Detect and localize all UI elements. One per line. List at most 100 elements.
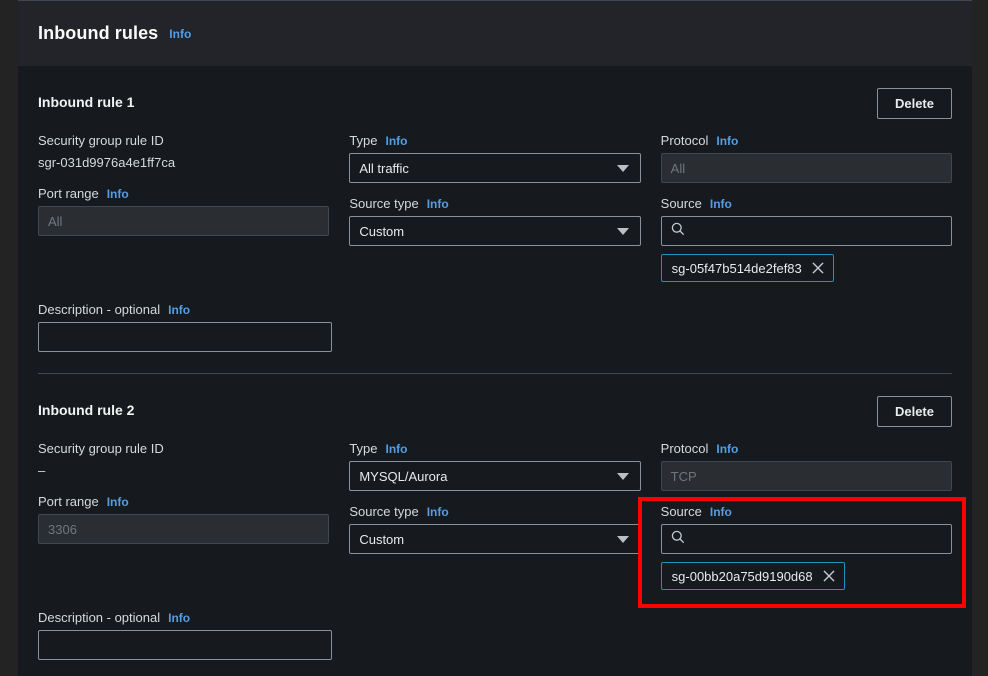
search-icon bbox=[671, 530, 685, 549]
placeholder-text: 3306 bbox=[48, 521, 77, 537]
rule-1-source-search-input[interactable] bbox=[660, 216, 952, 246]
rule-1-header: Inbound rule 1 Delete bbox=[38, 88, 952, 122]
selected-value: Custom bbox=[359, 223, 405, 239]
protocol-info-link[interactable]: Info bbox=[716, 442, 738, 456]
rule-2-source-search-input[interactable] bbox=[660, 524, 952, 554]
description-info-link[interactable]: Info bbox=[168, 611, 190, 625]
chevron-down-icon bbox=[616, 227, 629, 235]
rule-2-columns: Security group rule ID – Port range Info… bbox=[38, 441, 952, 590]
label-text: Port range bbox=[38, 494, 99, 509]
rule-1-type-select[interactable]: All traffic bbox=[349, 153, 641, 183]
chevron-down-icon bbox=[616, 472, 629, 480]
rule-2-protocol-input[interactable]: TCP bbox=[660, 461, 952, 491]
label-text: Source bbox=[660, 196, 702, 211]
rule-1-columns: Security group rule ID sgr-031d9976a4e1f… bbox=[38, 133, 952, 282]
rule-1-column-left: Security group rule ID sgr-031d9976a4e1f… bbox=[38, 133, 330, 282]
page-root: Inbound rules Info Inbound rule 1 Delete… bbox=[0, 0, 988, 676]
rule-2-rule-id-field: Security group rule ID – bbox=[38, 441, 329, 481]
panel-header: Inbound rules Info bbox=[18, 0, 972, 66]
rule-2-column-middle: Type Info MYSQL/Aurora Source type Info … bbox=[349, 441, 641, 590]
rule-1-type-field: Type Info All traffic bbox=[349, 133, 641, 183]
rule-1-source-token[interactable]: sg-05f47b514de2fef83 bbox=[660, 254, 834, 282]
rule-2-header: Inbound rule 2 Delete bbox=[38, 396, 952, 430]
inbound-rule-1: Inbound rule 1 Delete Security group rul… bbox=[38, 66, 952, 374]
rule-2-column-left: Security group rule ID – Port range Info… bbox=[38, 441, 330, 590]
label-text: Type bbox=[349, 441, 378, 456]
rule-2-column-right: Protocol Info TCP Source Info sg-00bb20a… bbox=[660, 441, 952, 590]
rule-2-source-field: Source Info sg-00bb20a75d9190d68 bbox=[660, 504, 952, 590]
rule-2-source-token[interactable]: sg-00bb20a75d9190d68 bbox=[660, 562, 845, 590]
rule-2-source-token-row: sg-00bb20a75d9190d68 bbox=[660, 562, 952, 590]
rule-1-protocol-input[interactable]: All bbox=[660, 153, 952, 183]
rule-1-description-input[interactable] bbox=[38, 322, 332, 352]
rule-1-port-range-label: Port range Info bbox=[38, 186, 329, 201]
rule-1-rule-id-field: Security group rule ID sgr-031d9976a4e1f… bbox=[38, 133, 329, 173]
rule-1-title: Inbound rule 1 bbox=[38, 94, 135, 110]
rule-1-rule-id-label: Security group rule ID bbox=[38, 133, 329, 148]
rule-2-type-select[interactable]: MYSQL/Aurora bbox=[349, 461, 641, 491]
port-range-info-link[interactable]: Info bbox=[107, 187, 129, 201]
rule-2-rule-id-label: Security group rule ID bbox=[38, 441, 329, 456]
label-text: Source bbox=[660, 504, 702, 519]
label-text: Description - optional bbox=[38, 302, 161, 317]
header-info-link[interactable]: Info bbox=[169, 27, 191, 41]
rule-1-protocol-label: Protocol Info bbox=[661, 133, 952, 148]
rule-1-column-middle: Type Info All traffic Source type Info C… bbox=[349, 133, 641, 282]
type-info-link[interactable]: Info bbox=[386, 442, 408, 456]
protocol-info-link[interactable]: Info bbox=[716, 134, 738, 148]
rule-2-port-range-field: Port range Info 3306 bbox=[38, 494, 330, 544]
search-icon bbox=[671, 222, 685, 241]
placeholder-text: TCP bbox=[670, 468, 697, 484]
type-info-link[interactable]: Info bbox=[386, 134, 408, 148]
page-title: Inbound rules bbox=[38, 23, 159, 43]
rule-2-rule-id-value: – bbox=[38, 463, 46, 478]
source-type-info-link[interactable]: Info bbox=[427, 197, 449, 211]
rule-2-title: Inbound rule 2 bbox=[38, 402, 135, 418]
rule-1-source-type-select[interactable]: Custom bbox=[349, 216, 641, 246]
rule-2-source-type-select[interactable]: Custom bbox=[349, 524, 641, 554]
token-label: sg-05f47b514de2fef83 bbox=[671, 260, 802, 276]
rule-2-type-label: Type Info bbox=[349, 441, 640, 456]
rule-2-protocol-label: Protocol Info bbox=[661, 441, 952, 456]
source-info-link[interactable]: Info bbox=[710, 505, 732, 519]
inbound-rules-panel: Inbound rules Info Inbound rule 1 Delete… bbox=[18, 0, 972, 676]
rule-1-description-field: Description - optional Info bbox=[38, 302, 952, 352]
port-range-info-link[interactable]: Info bbox=[107, 495, 129, 509]
panel-body: Inbound rule 1 Delete Security group rul… bbox=[18, 66, 972, 660]
rule-1-port-range-field: Port range Info All bbox=[38, 186, 330, 236]
token-label: sg-00bb20a75d9190d68 bbox=[671, 568, 813, 584]
rule-1-source-label: Source Info bbox=[661, 196, 952, 211]
placeholder-text: All bbox=[48, 213, 63, 229]
label-text: Port range bbox=[38, 186, 99, 201]
selected-value: MYSQL/Aurora bbox=[359, 468, 448, 484]
label-text: Protocol bbox=[660, 133, 709, 148]
rule-2-source-label: Source Info bbox=[661, 504, 952, 519]
rule-1-rule-id-value: sgr-031d9976a4e1ff7ca bbox=[38, 155, 176, 170]
rule-2-port-range-label: Port range Info bbox=[38, 494, 329, 509]
delete-rule-2-button[interactable]: Delete bbox=[876, 396, 952, 427]
close-icon[interactable] bbox=[811, 261, 825, 275]
source-info-link[interactable]: Info bbox=[710, 197, 732, 211]
label-text: Security group rule ID bbox=[38, 441, 164, 456]
label-text: Source type bbox=[349, 504, 419, 519]
close-icon[interactable] bbox=[822, 569, 836, 583]
source-type-info-link[interactable]: Info bbox=[427, 505, 449, 519]
delete-rule-1-button[interactable]: Delete bbox=[876, 88, 952, 119]
chevron-down-icon bbox=[616, 535, 629, 543]
rule-1-port-range-input[interactable]: All bbox=[38, 206, 330, 236]
placeholder-text: All bbox=[670, 160, 686, 176]
description-info-link[interactable]: Info bbox=[168, 303, 190, 317]
inbound-rule-2: Inbound rule 2 Delete Security group rul… bbox=[38, 374, 952, 660]
rule-2-description-input[interactable] bbox=[38, 630, 332, 660]
rule-2-type-field: Type Info MYSQL/Aurora bbox=[349, 441, 641, 491]
selected-value: All traffic bbox=[359, 160, 409, 176]
rule-1-protocol-field: Protocol Info All bbox=[660, 133, 952, 183]
rule-2-source-type-field: Source type Info Custom bbox=[349, 504, 641, 554]
label-text: Source type bbox=[349, 196, 419, 211]
rule-1-column-right: Protocol Info All Source Info sg-05f47b5… bbox=[660, 133, 952, 282]
rule-1-source-field: Source Info sg-05f47b514de2fef83 bbox=[660, 196, 952, 282]
rule-2-port-range-input[interactable]: 3306 bbox=[38, 514, 330, 544]
label-text: Type bbox=[349, 133, 378, 148]
rule-2-description-label: Description - optional Info bbox=[38, 610, 952, 625]
rule-1-source-token-row: sg-05f47b514de2fef83 bbox=[660, 254, 952, 282]
